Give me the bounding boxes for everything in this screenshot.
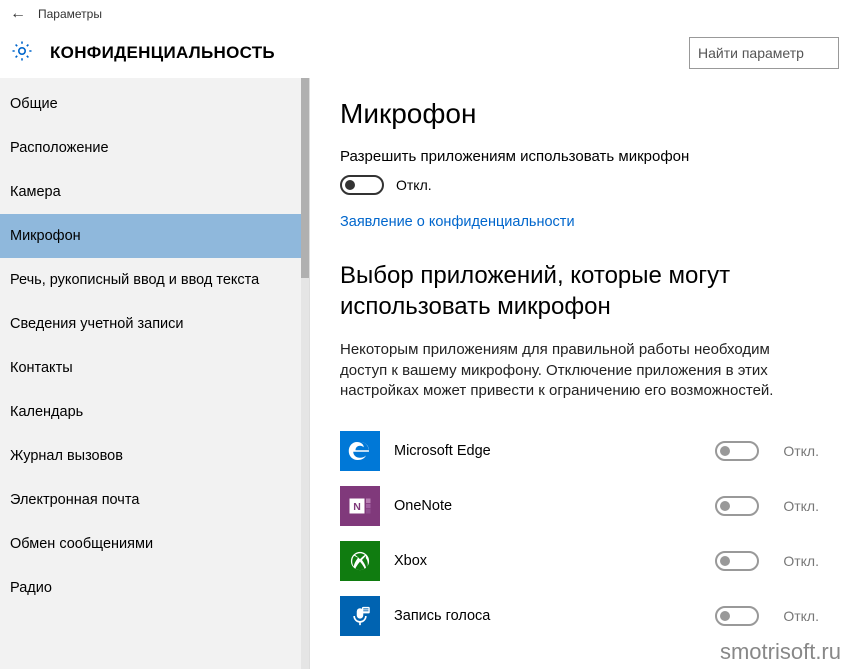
sidebar-scrollbar[interactable] xyxy=(301,78,309,669)
toggle-knob xyxy=(345,180,355,190)
sidebar-item-call-history[interactable]: Журнал вызовов xyxy=(0,434,309,478)
app-toggle-state: Откл. xyxy=(783,553,819,569)
search-input[interactable]: Найти параметр xyxy=(689,37,839,69)
apps-heading: Выбор приложений, которые могут использо… xyxy=(340,260,819,322)
app-toggle-state: Откл. xyxy=(783,498,819,514)
sidebar-item-calendar[interactable]: Календарь xyxy=(0,390,309,434)
sidebar-item-messaging[interactable]: Обмен сообщениями xyxy=(0,522,309,566)
watermark: smotrisoft.ru xyxy=(720,639,841,665)
section-heading: Микрофон xyxy=(340,98,819,130)
gear-icon xyxy=(10,39,38,67)
app-row-xbox: Xbox Откл. xyxy=(340,533,819,588)
microphone-master-toggle[interactable] xyxy=(340,175,384,195)
svg-text:N: N xyxy=(353,500,361,512)
sidebar-item-radio[interactable]: Радио xyxy=(0,566,309,610)
app-toggle-xbox[interactable] xyxy=(715,551,759,571)
toggle-knob xyxy=(720,501,730,511)
app-toggle-onenote[interactable] xyxy=(715,496,759,516)
microphone-master-toggle-state: Откл. xyxy=(396,177,432,193)
privacy-statement-link[interactable]: Заявление о конфиденциальности xyxy=(340,214,575,230)
app-toggle-state: Откл. xyxy=(783,608,819,624)
sidebar-item-email[interactable]: Электронная почта xyxy=(0,478,309,522)
app-title: Параметры xyxy=(38,7,102,21)
app-name-label: Microsoft Edge xyxy=(394,443,715,459)
content-panel: Микрофон Разрешить приложениям использов… xyxy=(310,78,849,669)
app-row-voice: Запись голоса Откл. xyxy=(340,588,819,643)
app-name-label: Запись голоса xyxy=(394,608,715,624)
sidebar-item-microphone[interactable]: Микрофон xyxy=(0,214,309,258)
toggle-knob xyxy=(720,446,730,456)
app-row-edge: Microsoft Edge Откл. xyxy=(340,423,819,478)
sidebar-item-camera[interactable]: Камера xyxy=(0,170,309,214)
page-title: КОНФИДЕНЦИАЛЬНОСТЬ xyxy=(50,43,689,63)
xbox-icon xyxy=(340,541,380,581)
sidebar-scrollbar-thumb[interactable] xyxy=(301,78,309,278)
sidebar: Общие Расположение Камера Микрофон Речь,… xyxy=(0,78,310,669)
sidebar-item-speech[interactable]: Речь, рукописный ввод и ввод текста xyxy=(0,258,309,302)
sidebar-item-contacts[interactable]: Контакты xyxy=(0,346,309,390)
app-toggle-state: Откл. xyxy=(783,443,819,459)
search-placeholder: Найти параметр xyxy=(698,45,804,61)
permission-label: Разрешить приложениям использовать микро… xyxy=(340,148,819,165)
app-toggle-voice[interactable] xyxy=(715,606,759,626)
sidebar-item-location[interactable]: Расположение xyxy=(0,126,309,170)
sidebar-item-account[interactable]: Сведения учетной записи xyxy=(0,302,309,346)
app-name-label: Xbox xyxy=(394,553,715,569)
toggle-knob xyxy=(720,611,730,621)
sidebar-item-general[interactable]: Общие xyxy=(0,82,309,126)
app-toggle-edge[interactable] xyxy=(715,441,759,461)
toggle-knob xyxy=(720,556,730,566)
back-arrow-icon[interactable]: ← xyxy=(10,5,38,23)
edge-icon xyxy=(340,431,380,471)
app-row-onenote: N OneNote Откл. xyxy=(340,478,819,533)
voice-recorder-icon xyxy=(340,596,380,636)
app-name-label: OneNote xyxy=(394,498,715,514)
onenote-icon: N xyxy=(340,486,380,526)
apps-description: Некоторым приложениям для правильной раб… xyxy=(340,340,819,401)
